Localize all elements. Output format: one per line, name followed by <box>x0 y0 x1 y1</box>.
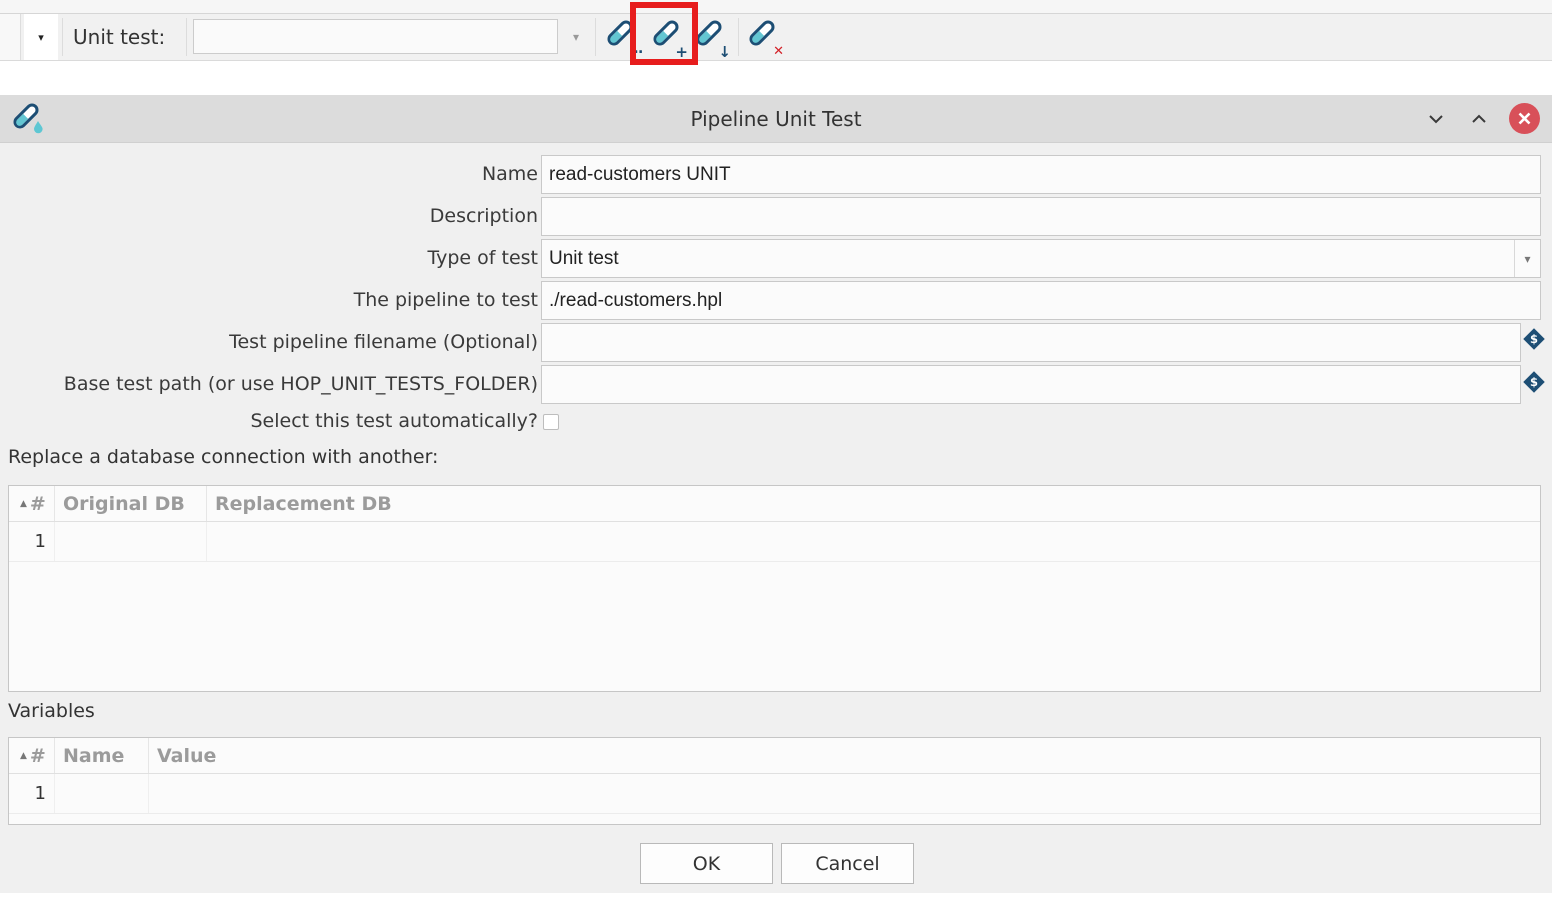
var-col-num[interactable]: ▲ # <box>9 738 55 773</box>
db-row-replacement-cell[interactable] <box>207 522 1540 561</box>
unit-test-toolbar: ▾ Unit test: ▾ … + <box>0 14 1552 61</box>
pipeline-to-test-label: The pipeline to test <box>0 281 538 320</box>
variables-table: ▲ # Name Value 1 <box>8 737 1541 825</box>
edit-unit-test-button[interactable]: … <box>604 18 642 58</box>
test-filename-label: Test pipeline filename (Optional) <box>0 323 538 362</box>
unit-test-label: Unit test: <box>73 14 165 60</box>
var-col-name[interactable]: Name <box>55 738 149 773</box>
type-of-test-combo[interactable] <box>541 239 1541 278</box>
detach-unit-test-button[interactable]: ↓ <box>693 18 731 58</box>
name-label: Name <box>0 155 538 194</box>
ellipsis-badge: … <box>629 42 642 56</box>
variables-section-label: Variables <box>8 700 95 722</box>
new-unit-test-button[interactable]: + <box>650 18 688 58</box>
var-row-value-cell[interactable] <box>149 774 1540 813</box>
name-field[interactable] <box>541 155 1541 194</box>
table-row[interactable]: 1 <box>9 522 1540 562</box>
dialog-body: Name Description Type of test ▾ The pipe… <box>0 143 1552 893</box>
base-test-path-field[interactable] <box>541 365 1521 404</box>
toolbar-separator <box>595 18 596 56</box>
top-strip <box>0 0 1552 14</box>
ok-button[interactable]: OK <box>640 843 773 884</box>
sort-asc-icon: ▲ <box>20 751 27 761</box>
dialog-title: Pipeline Unit Test <box>0 95 1552 143</box>
toolbar-separator <box>738 18 739 56</box>
close-button[interactable] <box>1509 103 1540 134</box>
cancel-button[interactable]: Cancel <box>781 843 914 884</box>
db-row-original-cell[interactable] <box>55 522 207 561</box>
perspective-dropdown-button[interactable]: ▾ <box>24 14 58 60</box>
autoselect-checkbox[interactable] <box>543 414 559 430</box>
svg-text:$: $ <box>1530 332 1538 346</box>
db-replace-section-label: Replace a database connection with anoth… <box>8 446 438 468</box>
autoselect-label: Select this test automatically? <box>0 407 538 435</box>
delete-unit-test-button[interactable]: ✕ <box>746 18 784 58</box>
db-row-num: 1 <box>9 522 55 561</box>
chevron-down-icon[interactable] <box>1425 108 1447 130</box>
plus-badge: + <box>675 45 688 60</box>
variable-dollar-icon[interactable]: $ <box>1522 370 1546 394</box>
unit-test-dialog-icon <box>12 102 46 138</box>
var-row-num: 1 <box>9 774 55 813</box>
db-col-num[interactable]: ▲ # <box>9 486 55 521</box>
unit-test-combo-arrow-icon[interactable]: ▾ <box>564 14 588 60</box>
db-replace-table: ▲ # Original DB Replacement DB 1 <box>8 485 1541 692</box>
variable-dollar-icon[interactable]: $ <box>1522 327 1546 351</box>
variables-table-header: ▲ # Name Value <box>9 738 1540 774</box>
pipeline-to-test-field[interactable] <box>541 281 1541 320</box>
db-table-header: ▲ # Original DB Replacement DB <box>9 486 1540 522</box>
chevron-up-icon[interactable] <box>1468 108 1490 130</box>
chevron-down-small-icon: ▾ <box>38 31 44 44</box>
close-icon <box>1509 103 1540 134</box>
toolbar-separator <box>186 18 187 56</box>
description-label: Description <box>0 197 538 236</box>
sort-asc-icon: ▲ <box>20 499 27 509</box>
var-row-name-cell[interactable] <box>55 774 149 813</box>
svg-text:$: $ <box>1530 375 1538 389</box>
description-field[interactable] <box>541 197 1541 236</box>
table-row[interactable]: 1 <box>9 774 1540 814</box>
db-col-replacement[interactable]: Replacement DB <box>207 486 1540 521</box>
type-of-test-label: Type of test <box>0 239 538 278</box>
var-col-value[interactable]: Value <box>149 738 1540 773</box>
test-filename-field[interactable] <box>541 323 1521 362</box>
arrow-down-badge: ↓ <box>718 45 731 60</box>
db-col-original[interactable]: Original DB <box>55 486 207 521</box>
base-test-path-label: Base test path (or use HOP_UNIT_TESTS_FO… <box>0 365 538 404</box>
toolbar-separator <box>62 18 63 56</box>
unit-test-combo-input[interactable] <box>193 19 558 54</box>
dialog-header: Pipeline Unit Test <box>0 95 1552 143</box>
type-of-test-combo-arrow-icon[interactable]: ▾ <box>1514 240 1540 277</box>
x-badge: ✕ <box>773 45 784 58</box>
toolbar-left-segment <box>0 14 21 60</box>
